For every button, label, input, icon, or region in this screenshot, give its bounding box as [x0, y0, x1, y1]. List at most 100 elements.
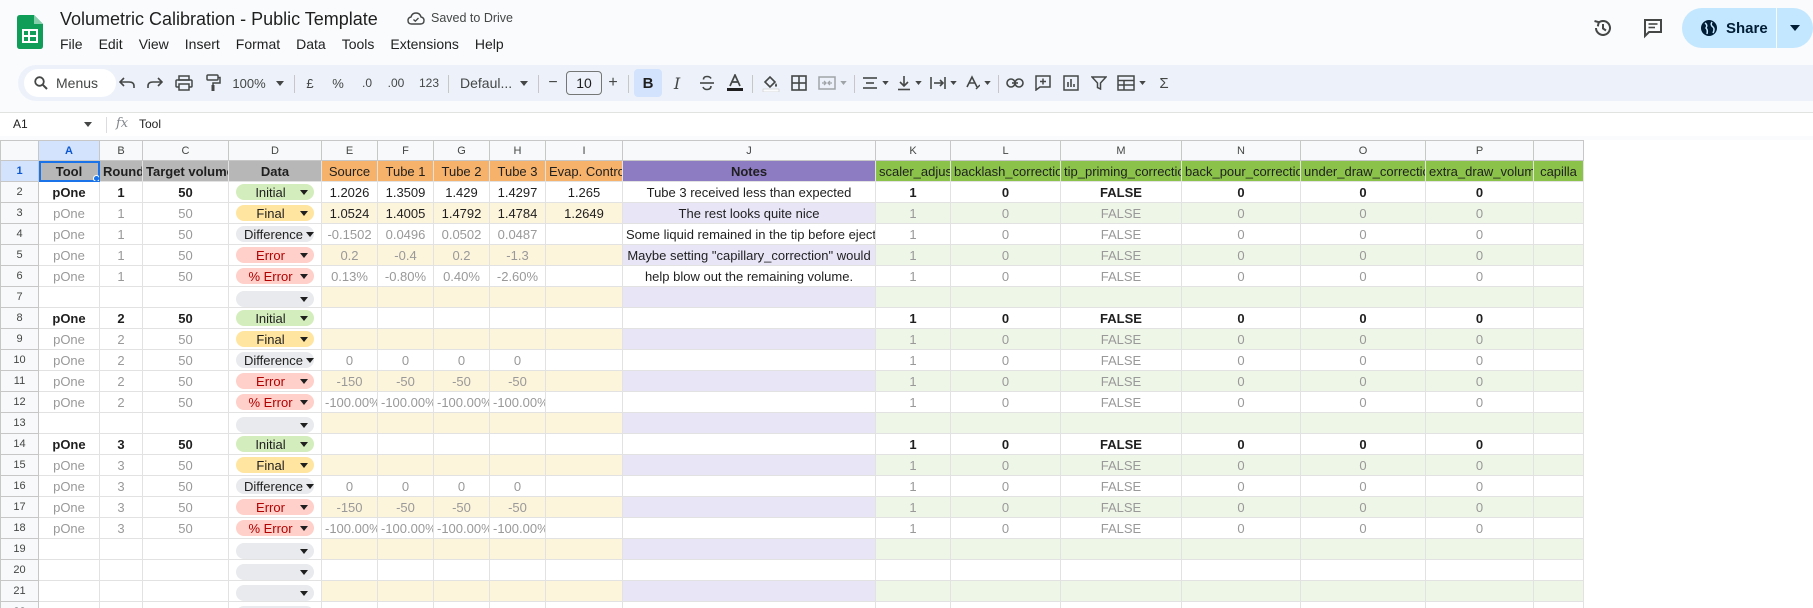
column-title-cell[interactable]: Tube 3	[489, 160, 546, 182]
cell[interactable]: pOne	[38, 475, 100, 497]
cell[interactable]: 0	[1300, 349, 1426, 371]
cell[interactable]	[142, 538, 229, 560]
cell[interactable]: 0	[321, 475, 378, 497]
cell[interactable]	[622, 454, 876, 476]
cell[interactable]	[1181, 601, 1301, 608]
cell[interactable]	[622, 412, 876, 434]
column-header-m[interactable]: M	[1060, 140, 1182, 161]
cell[interactable]	[1533, 538, 1584, 560]
name-box[interactable]: A1	[13, 117, 28, 131]
cell[interactable]: 1	[99, 265, 143, 287]
cell[interactable]	[1533, 580, 1584, 602]
cell[interactable]: 0	[1425, 370, 1534, 392]
cell[interactable]: -50	[489, 496, 546, 518]
data-type-dropdown[interactable]: Error	[236, 373, 314, 389]
cell[interactable]: 0	[1425, 433, 1534, 455]
cell[interactable]: -100.00%	[377, 517, 434, 539]
share-button[interactable]: Share	[1682, 8, 1776, 48]
cell[interactable]: -100.00%	[489, 517, 546, 539]
cell[interactable]	[622, 307, 876, 329]
cell[interactable]: 50	[142, 391, 229, 413]
cell[interactable]	[545, 328, 623, 350]
cell[interactable]: pOne	[38, 391, 100, 413]
cell[interactable]: 0.0502	[433, 223, 490, 245]
cell[interactable]	[545, 223, 623, 245]
data-type-dropdown[interactable]: Difference	[236, 352, 315, 368]
cell[interactable]	[99, 286, 143, 308]
row-header[interactable]: 13	[0, 412, 39, 434]
cell[interactable]	[321, 307, 378, 329]
cell[interactable]	[1533, 202, 1584, 224]
cell[interactable]: FALSE	[1060, 265, 1182, 287]
cell[interactable]	[489, 307, 546, 329]
row-header[interactable]: 12	[0, 391, 39, 413]
column-header-l[interactable]: L	[950, 140, 1061, 161]
column-header-p[interactable]: P	[1425, 140, 1534, 161]
cell[interactable]: 0	[1181, 391, 1301, 413]
column-header-i[interactable]: I	[545, 140, 623, 161]
cell[interactable]: 0.40%	[433, 265, 490, 287]
row-header[interactable]: 1	[0, 160, 39, 182]
cell[interactable]: 0	[950, 307, 1061, 329]
cell[interactable]: 0	[950, 349, 1061, 371]
cell[interactable]	[321, 433, 378, 455]
menu-format[interactable]: Format	[228, 34, 288, 54]
cell[interactable]	[489, 286, 546, 308]
cell[interactable]	[545, 307, 623, 329]
cell[interactable]	[489, 538, 546, 560]
cell[interactable]	[545, 475, 623, 497]
cell[interactable]	[377, 286, 434, 308]
cell[interactable]: 1.3509	[377, 181, 434, 203]
vertical-align-icon[interactable]	[892, 69, 926, 97]
column-header-j[interactable]: J	[622, 140, 876, 161]
cell[interactable]: 0	[1181, 244, 1301, 266]
insert-link-icon[interactable]	[1002, 69, 1028, 97]
italic-button[interactable]: I	[664, 69, 690, 97]
decrease-decimal-button[interactable]: .0	[354, 69, 380, 97]
data-type-dropdown[interactable]: Final	[236, 205, 314, 221]
cell[interactable]	[545, 559, 623, 581]
cell[interactable]	[377, 433, 434, 455]
cell[interactable]	[545, 349, 623, 371]
cell[interactable]: FALSE	[1060, 349, 1182, 371]
cell[interactable]	[545, 286, 623, 308]
cell[interactable]: 0.0496	[377, 223, 434, 245]
cell[interactable]: 0	[1425, 244, 1534, 266]
insert-chart-icon[interactable]	[1058, 69, 1084, 97]
row-header[interactable]: 5	[0, 244, 39, 266]
cell[interactable]	[1533, 601, 1584, 608]
cell[interactable]	[433, 580, 490, 602]
cell[interactable]	[622, 538, 876, 560]
cell[interactable]	[1060, 601, 1182, 608]
cell[interactable]: 0	[950, 496, 1061, 518]
cell[interactable]: 1.4005	[377, 202, 434, 224]
data-type-dropdown[interactable]: Initial	[236, 310, 314, 326]
cell[interactable]	[1425, 601, 1534, 608]
cell[interactable]: Difference	[228, 349, 322, 371]
column-header-next[interactable]	[1533, 140, 1584, 161]
number-format-button[interactable]: 123	[414, 69, 444, 97]
cell[interactable]	[622, 370, 876, 392]
cell[interactable]: 0	[1425, 202, 1534, 224]
cell[interactable]	[142, 559, 229, 581]
cell[interactable]: -1.3	[489, 244, 546, 266]
data-type-dropdown[interactable]: Initial	[236, 436, 314, 452]
cell[interactable]: 0	[1181, 370, 1301, 392]
cell[interactable]: 50	[142, 202, 229, 224]
cell[interactable]	[1300, 538, 1426, 560]
cell[interactable]: 0	[1300, 181, 1426, 203]
cell[interactable]: Difference	[228, 475, 322, 497]
cell[interactable]	[142, 601, 229, 608]
cell[interactable]	[433, 286, 490, 308]
row-header[interactable]: 4	[0, 223, 39, 245]
cell[interactable]: 50	[142, 370, 229, 392]
share-dropdown-button[interactable]	[1777, 8, 1813, 48]
data-type-dropdown[interactable]	[236, 564, 314, 580]
data-type-dropdown[interactable]: % Error	[236, 268, 314, 284]
cell[interactable]: 0	[1181, 181, 1301, 203]
cell[interactable]	[377, 412, 434, 434]
cell[interactable]: 0	[1425, 328, 1534, 350]
column-header-a[interactable]: A	[38, 140, 100, 161]
cell[interactable]	[1060, 538, 1182, 560]
cell[interactable]: 0	[1300, 223, 1426, 245]
